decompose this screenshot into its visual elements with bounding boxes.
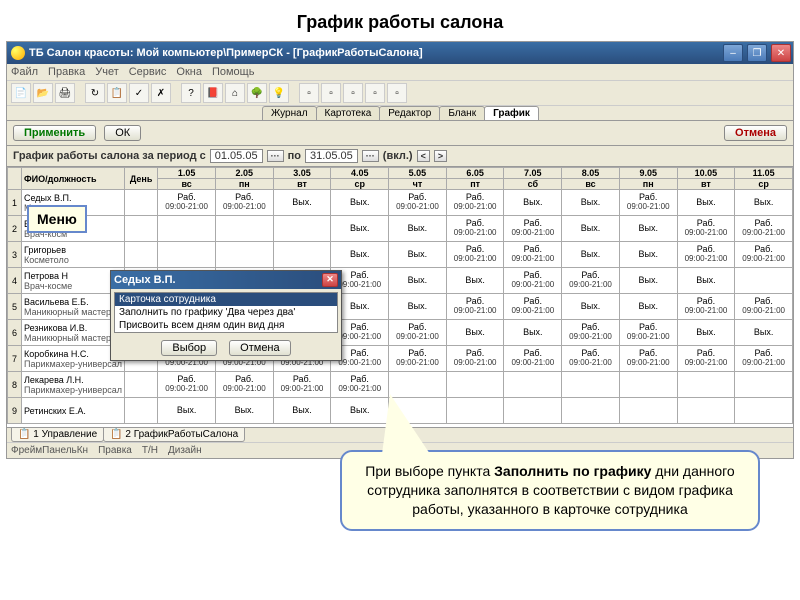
date-from-picker[interactable]: ···: [267, 150, 284, 162]
date-to-picker[interactable]: ···: [362, 150, 379, 162]
actionbar: Применить ОК Отмена: [7, 121, 793, 146]
next-button[interactable]: >: [434, 150, 447, 162]
ok-button[interactable]: ОК: [104, 125, 141, 141]
toolbar-book-icon[interactable]: 📕: [203, 83, 223, 103]
popup-titlebar: Седых В.П. ✕: [111, 271, 341, 289]
menu-service[interactable]: Сервис: [129, 66, 167, 78]
menu-file[interactable]: Файл: [11, 66, 38, 78]
popup-item-assign[interactable]: Присвоить всем дням один вид дня: [115, 319, 337, 332]
page-heading: График работы салона: [0, 0, 800, 41]
status-3: Т/Н: [142, 445, 158, 456]
toolbar-extra-4-icon[interactable]: ▫: [365, 83, 385, 103]
table-row[interactable]: 1Седых В.П.Мастер по нРаб.09:00-21:00Раб…: [8, 190, 793, 216]
table-row[interactable]: 3ГригорьевКосметолоВых.Вых.Раб.09:00-21:…: [8, 242, 793, 268]
app-icon: [11, 46, 25, 60]
menu-callout: Меню: [27, 205, 87, 233]
toolbar-extra-3-icon[interactable]: ▫: [343, 83, 363, 103]
popup-item-fill[interactable]: Заполнить по графику 'Два через два': [115, 306, 337, 319]
titlebar: ТБ Салон красоты: Мой компьютер\ПримерСК…: [7, 42, 793, 64]
popup-list: Карточка сотрудника Заполнить по графику…: [114, 292, 338, 333]
popup-cancel-button[interactable]: Отмена: [229, 340, 290, 356]
status-2: Правка: [98, 445, 132, 456]
caption-to-word: по: [288, 150, 301, 162]
toolbar-tree-icon[interactable]: 🌳: [247, 83, 267, 103]
menu-help[interactable]: Помощь: [212, 66, 255, 78]
toolbar-refresh-icon[interactable]: ↻: [85, 83, 105, 103]
status-1: ФреймПанельКн: [11, 445, 88, 456]
date-to[interactable]: 31.05.05: [305, 149, 358, 163]
tabs: Журнал Картотека Редактор Бланк График: [7, 106, 793, 121]
period-caption: График работы салона за период с 01.05.0…: [7, 146, 793, 167]
cancel-button[interactable]: Отмена: [724, 125, 787, 141]
toolbar-bulb-icon[interactable]: 💡: [269, 83, 289, 103]
menu-accounting[interactable]: Учет: [95, 66, 119, 78]
menu-windows[interactable]: Окна: [176, 66, 202, 78]
tab-journal[interactable]: Журнал: [262, 106, 317, 120]
toolbar-cancel-icon[interactable]: ✗: [151, 83, 171, 103]
apply-button[interactable]: Применить: [13, 125, 96, 141]
bottom-tab-1[interactable]: 📋 1 Управление: [11, 428, 104, 442]
window-title: ТБ Салон красоты: Мой компьютер\ПримерСК…: [29, 47, 719, 59]
toolbar-print-icon[interactable]: 🖨: [55, 83, 75, 103]
popup-choose-button[interactable]: Выбор: [161, 340, 217, 356]
context-popup: Седых В.П. ✕ Карточка сотрудника Заполни…: [110, 270, 342, 361]
help-callout: При выборе пункта Заполнить по графику д…: [340, 450, 760, 531]
tab-editor[interactable]: Редактор: [379, 106, 440, 120]
popup-close-icon[interactable]: ✕: [322, 273, 338, 287]
toolbar-home-icon[interactable]: ⌂: [225, 83, 245, 103]
callout-text-1: При выборе пункта: [365, 463, 494, 479]
menu-edit[interactable]: Правка: [48, 66, 85, 78]
toolbar-extra-2-icon[interactable]: ▫: [321, 83, 341, 103]
toolbar: 📄 📂 🖨 ↻ 📋 ✓ ✗ ? 📕 ⌂ 🌳 💡 ▫ ▫ ▫ ▫ ▫: [7, 81, 793, 106]
toolbar-extra-1-icon[interactable]: ▫: [299, 83, 319, 103]
caption-suffix: (вкл.): [383, 150, 413, 162]
tab-form[interactable]: Бланк: [439, 106, 485, 120]
callout-bold: Заполнить по графику: [494, 463, 651, 479]
toolbar-check-icon[interactable]: ✓: [129, 83, 149, 103]
close-button[interactable]: ✕: [771, 44, 791, 62]
maximize-button[interactable]: ❐: [747, 44, 767, 62]
prev-button[interactable]: <: [417, 150, 430, 162]
popup-title: Седых В.П.: [114, 274, 322, 286]
tab-cardfile[interactable]: Картотека: [316, 106, 381, 120]
minimize-button[interactable]: –: [723, 44, 743, 62]
tab-schedule[interactable]: График: [484, 106, 539, 120]
toolbar-new-icon[interactable]: 📄: [11, 83, 31, 103]
status-4: Дизайн: [168, 445, 202, 456]
toolbar-extra-5-icon[interactable]: ▫: [387, 83, 407, 103]
toolbar-open-icon[interactable]: 📂: [33, 83, 53, 103]
caption-prefix: График работы салона за период с: [13, 150, 206, 162]
popup-item-card[interactable]: Карточка сотрудника: [115, 293, 337, 306]
toolbar-help-icon[interactable]: ?: [181, 83, 201, 103]
menubar: Файл Правка Учет Сервис Окна Помощь: [7, 64, 793, 81]
table-row[interactable]: 2Ветрова ЛВрач-космВых.Вых.Раб.09:00-21:…: [8, 216, 793, 242]
bottom-tab-2[interactable]: 📋 2 ГрафикРаботыСалона: [103, 428, 245, 442]
date-from[interactable]: 01.05.05: [210, 149, 263, 163]
toolbar-doc-icon[interactable]: 📋: [107, 83, 127, 103]
